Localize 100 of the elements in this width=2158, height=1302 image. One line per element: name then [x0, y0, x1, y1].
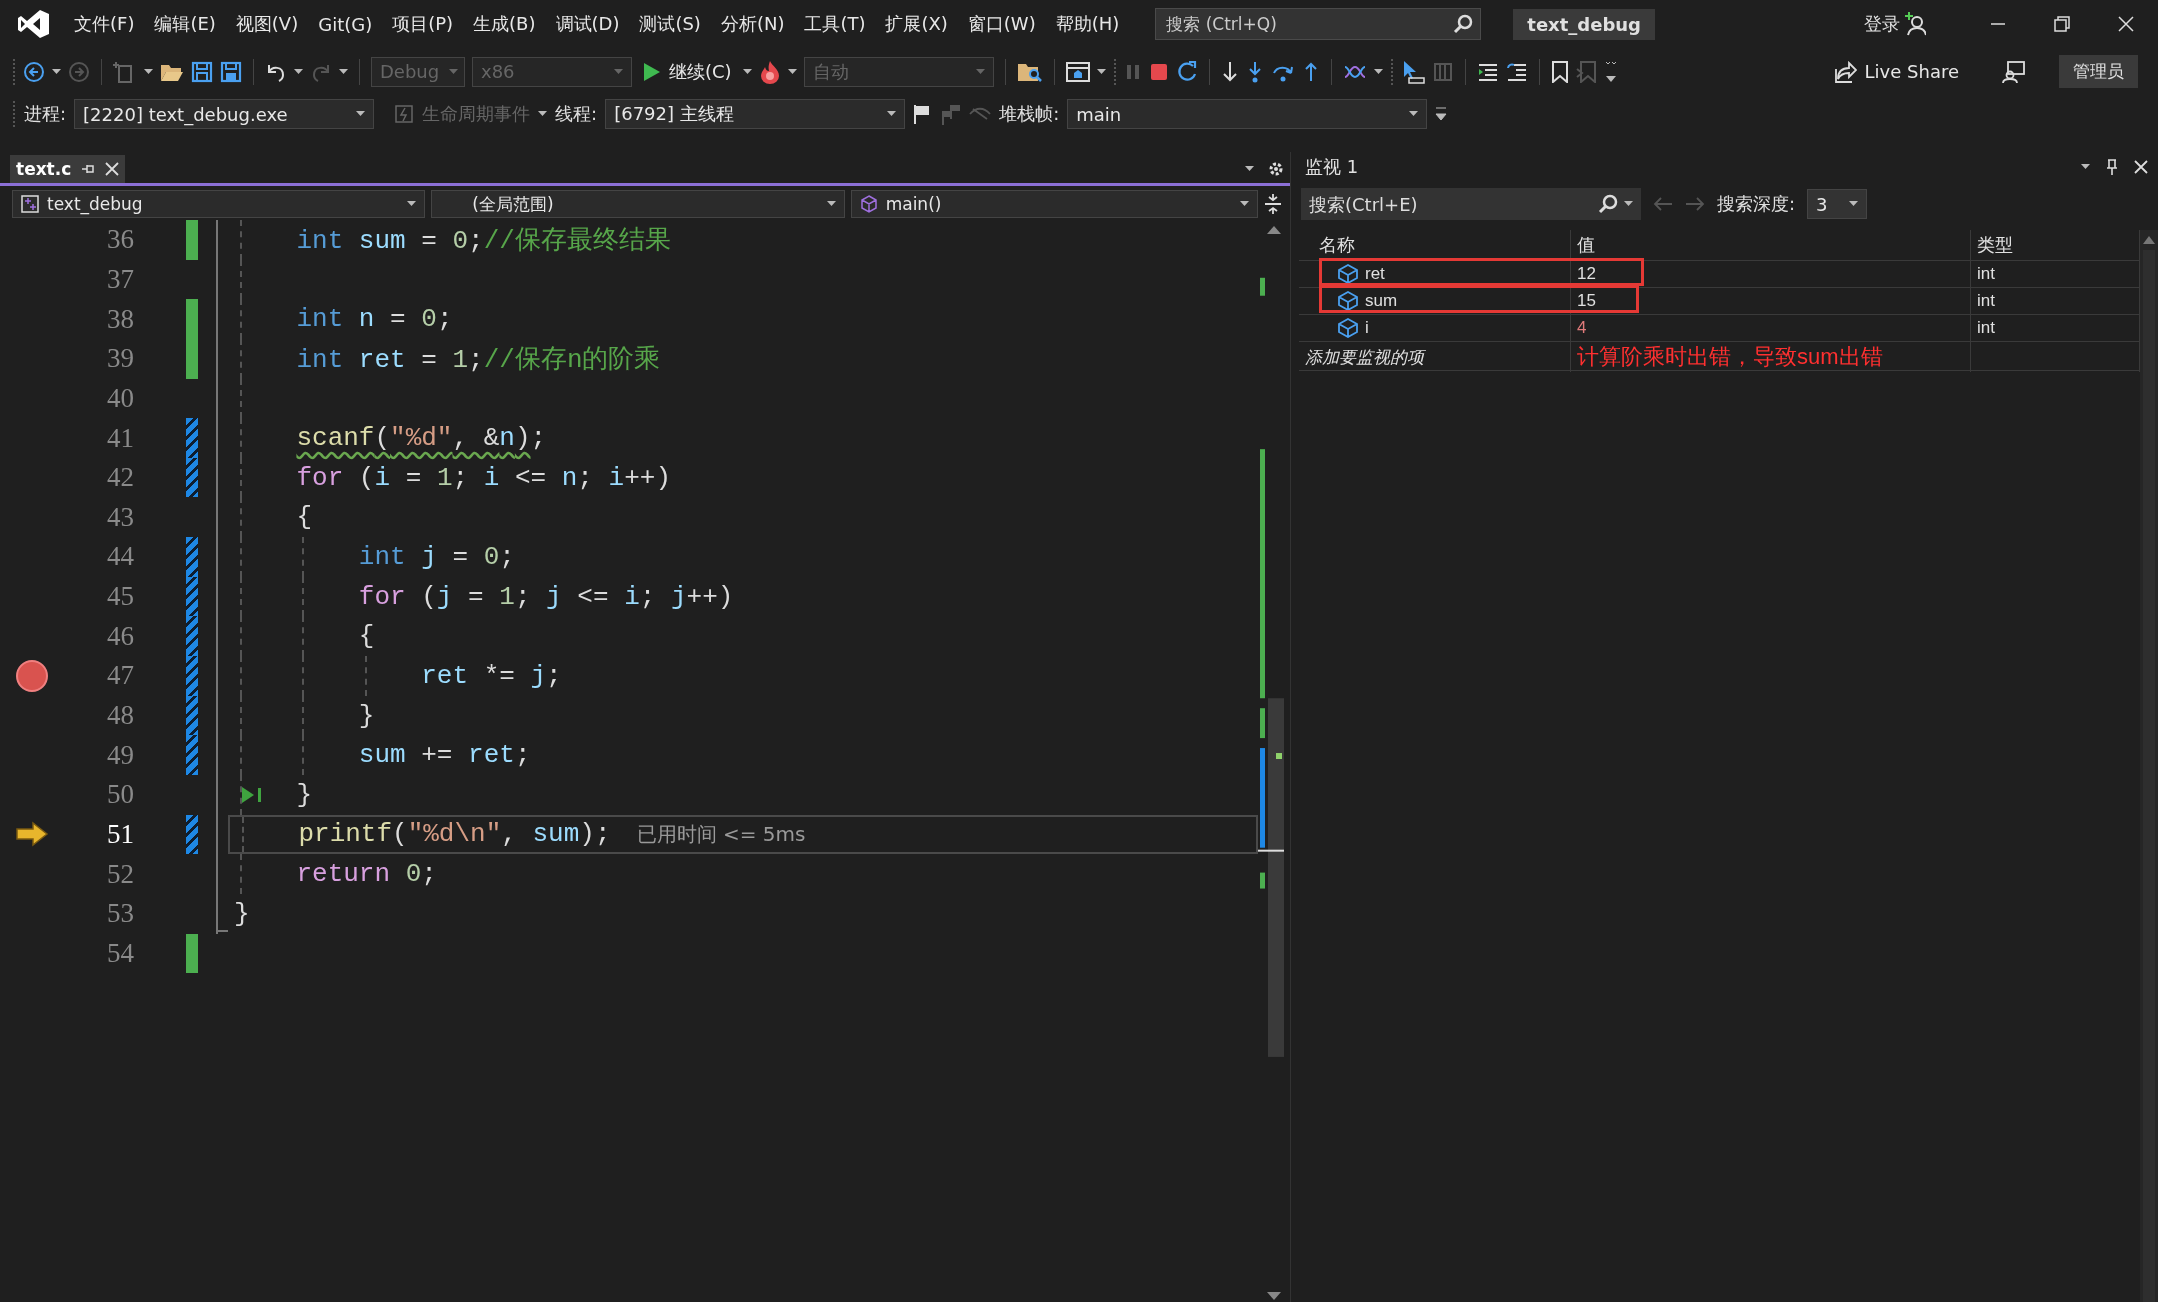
menu-item[interactable]: 测试(S) — [629, 8, 711, 40]
save-all-icon[interactable] — [220, 60, 242, 83]
stop-icon[interactable] — [1148, 61, 1169, 82]
menu-item[interactable]: 文件(F) — [64, 8, 145, 40]
line-number: 52 — [106, 858, 134, 890]
menu-item[interactable]: 调试(D) — [545, 8, 630, 40]
process-dropdown[interactable]: [2220] text_debug.exe — [74, 99, 375, 129]
thread-dropdown[interactable]: [6792] 主线程 — [605, 99, 906, 129]
caret-icon[interactable] — [1245, 166, 1254, 172]
caret-icon — [1409, 111, 1419, 117]
restore-icon[interactable] — [2054, 16, 2070, 32]
stack-frame-label: 堆栈帧: — [999, 102, 1060, 126]
process-label: 进程: — [24, 102, 67, 126]
caret-icon — [1240, 201, 1249, 207]
member-dropdown[interactable]: main() — [850, 190, 1258, 218]
caret-icon[interactable] — [1096, 68, 1106, 75]
line-number: 42 — [106, 462, 134, 494]
column-header[interactable]: 名称 — [1299, 230, 1571, 260]
scope-dropdown[interactable]: (全局范围) — [431, 190, 845, 218]
settings-icon[interactable] — [1268, 161, 1284, 177]
menu-item[interactable]: 工具(T) — [794, 8, 876, 40]
menu-item[interactable]: 生成(B) — [463, 8, 546, 40]
menu-item[interactable]: 分析(N) — [710, 8, 795, 40]
line-number: 49 — [106, 739, 134, 771]
line-number: 36 — [106, 224, 134, 256]
back-icon[interactable] — [23, 60, 45, 83]
menu-item[interactable]: Git(G) — [308, 9, 383, 39]
arrow-down-icon[interactable] — [1220, 60, 1239, 83]
flame-icon[interactable] — [758, 59, 781, 84]
caret-icon — [356, 111, 366, 117]
close-icon[interactable] — [2134, 160, 2148, 174]
close-icon[interactable] — [2118, 16, 2134, 32]
project-dropdown[interactable]: text_debug — [12, 190, 426, 218]
overflow-icon[interactable] — [1435, 106, 1448, 122]
continue-button[interactable]: 继续(C) — [639, 57, 736, 86]
caret-icon — [887, 111, 897, 117]
search-depth-label: 搜索深度: — [1717, 192, 1796, 216]
caret-icon[interactable] — [144, 68, 153, 75]
line-number: 40 — [106, 382, 134, 414]
stack-frame-dropdown[interactable]: main — [1067, 99, 1428, 129]
watch-search-field[interactable]: 搜索(Ctrl+E) — [1301, 188, 1641, 220]
watch-value: 15 — [1571, 288, 1971, 314]
code-text: } — [358, 700, 375, 731]
close-icon[interactable] — [105, 162, 120, 176]
browser-icon[interactable] — [1065, 60, 1090, 83]
perf-tip: 已用时间 <= 5ms — [636, 820, 806, 848]
caret-icon[interactable] — [294, 68, 303, 75]
sign-in-link[interactable]: 登录 — [1864, 12, 1900, 36]
panel-title: 监视 1 — [1305, 155, 1359, 179]
menu-item[interactable]: 扩展(X) — [875, 8, 958, 40]
menu-item[interactable]: 视图(V) — [225, 8, 309, 40]
restart-icon[interactable] — [1175, 60, 1198, 83]
code-text: printf("%d\n", sum); — [298, 819, 611, 850]
split-icon[interactable] — [1264, 193, 1282, 215]
flag-icon[interactable] — [913, 104, 932, 124]
variable-icon — [1337, 318, 1359, 338]
scrollbar[interactable] — [2140, 230, 2158, 1302]
outdent-lines-icon[interactable] — [1505, 60, 1528, 83]
caret-icon[interactable] — [1373, 68, 1383, 75]
caret-icon[interactable] — [538, 111, 548, 117]
caret-icon[interactable] — [339, 68, 348, 75]
search-icon[interactable] — [1453, 14, 1474, 34]
save-icon[interactable] — [191, 60, 213, 83]
menu-item[interactable]: 编辑(E) — [144, 8, 226, 40]
thread-label: 线程: — [555, 102, 598, 126]
search-depth-dropdown[interactable]: 3 — [1807, 189, 1868, 219]
feedback-icon[interactable] — [2002, 60, 2026, 83]
add-user-icon[interactable] — [1904, 12, 1926, 36]
variable-icon — [1337, 291, 1359, 311]
menu-item[interactable]: 帮助(H) — [1045, 8, 1130, 40]
add-watch-field[interactable]: 添加要监视的项 — [1299, 342, 1571, 372]
caret-icon[interactable] — [787, 68, 797, 75]
code-text: int n = 0; — [296, 304, 453, 335]
caret-icon[interactable] — [1624, 201, 1633, 207]
caret-icon[interactable] — [2081, 164, 2090, 170]
share-icon — [1834, 60, 1857, 83]
caret-icon[interactable] — [742, 68, 752, 75]
bookmark-icon[interactable] — [1550, 60, 1569, 83]
line-number: 39 — [106, 343, 134, 375]
code-text: } — [234, 898, 250, 929]
pin-icon[interactable] — [2106, 159, 2118, 175]
breakpoint-icon[interactable] — [15, 658, 49, 693]
line-number: 47 — [106, 660, 134, 692]
file-tab[interactable]: text.c — [10, 155, 126, 183]
code-text: int sum = 0;//保存最终结果 — [296, 225, 671, 258]
code-text: return 0; — [296, 859, 437, 890]
line-number: 43 — [106, 501, 134, 533]
watch-name: sum — [1365, 291, 1398, 311]
column-header[interactable]: 值 — [1571, 230, 1971, 260]
pin-icon[interactable] — [81, 162, 96, 176]
search-icon[interactable] — [1598, 194, 1618, 214]
code-text: ret *= j; — [421, 660, 562, 691]
scroll-up-icon[interactable] — [2143, 236, 2155, 244]
overflow-icon[interactable] — [1604, 59, 1617, 84]
menu-item[interactable]: 项目(P) — [382, 8, 464, 40]
search-field[interactable]: 搜索 (Ctrl+Q) — [1155, 8, 1482, 40]
app-logo-icon[interactable] — [16, 8, 50, 40]
menu-item[interactable]: 窗口(W) — [957, 8, 1046, 40]
caret-icon[interactable] — [52, 68, 61, 75]
live-share-button[interactable]: Live Share — [1828, 59, 1965, 84]
